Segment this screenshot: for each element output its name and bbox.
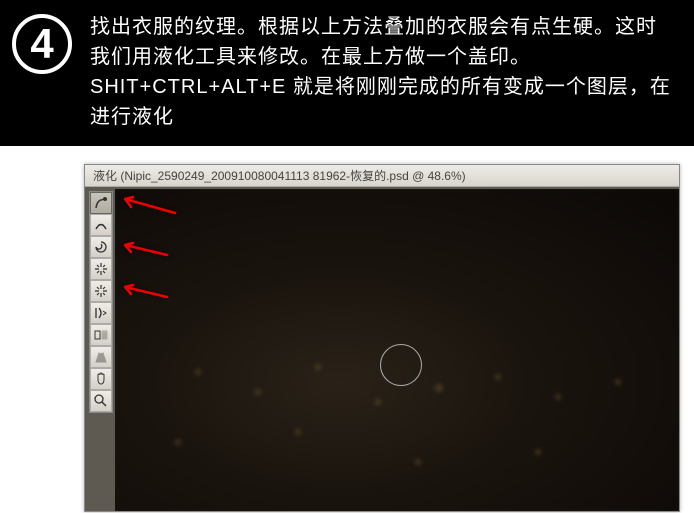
freeze-mask-tool[interactable] [90,346,112,368]
twirl-icon [93,239,109,255]
step-number: 4 [30,20,53,68]
liquify-toolbar [89,191,113,413]
reconstruct-icon [93,217,109,233]
pucker-tool[interactable] [90,258,112,280]
pucker-icon [93,261,109,277]
window-title: 液化 (Nipic_2590249_200910080041113 81962-… [93,167,466,184]
liquify-dialog: 液化 (Nipic_2590249_200910080041113 81962-… [84,164,680,512]
instruction-text: 找出衣服的纹理。根据以上方法叠加的衣服会有点生硬。这时我们用液化工具来修改。在最… [90,12,674,132]
push-left-tool[interactable] [90,302,112,324]
freeze-icon [93,349,109,365]
hand-icon [93,371,109,387]
bloat-tool[interactable] [90,280,112,302]
zoom-icon [93,393,109,409]
mirror-icon [93,327,109,343]
mirror-tool[interactable] [90,324,112,346]
forward-warp-tool[interactable] [90,192,112,214]
instruction-header: 4 找出衣服的纹理。根据以上方法叠加的衣服会有点生硬。这时我们用液化工具来修改。… [0,0,694,146]
zoom-tool[interactable] [90,390,112,412]
image-preview [115,189,679,511]
window-title-bar: 液化 (Nipic_2590249_200910080041113 81962-… [85,165,679,187]
liquify-canvas[interactable] [115,189,679,511]
bloat-icon [93,283,109,299]
workspace-area: 液化 (Nipic_2590249_200910080041113 81962-… [0,146,694,512]
hand-tool[interactable] [90,368,112,390]
push-icon [93,305,109,321]
warp-icon [93,195,109,211]
twirl-tool[interactable] [90,236,112,258]
step-number-badge: 4 [12,14,72,74]
reconstruct-tool[interactable] [90,214,112,236]
